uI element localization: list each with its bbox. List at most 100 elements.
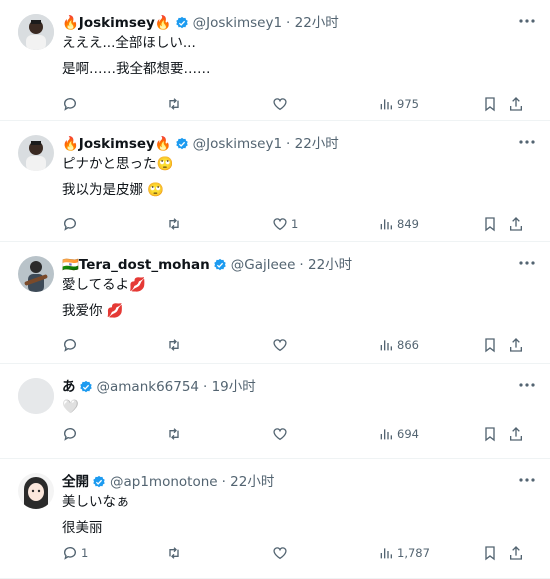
retweet-button[interactable] <box>166 216 182 232</box>
retweet-button[interactable] <box>166 96 182 112</box>
views-button[interactable]: 694 <box>378 426 419 442</box>
timestamp[interactable]: · 22小时 <box>286 135 339 153</box>
author-name[interactable]: あ <box>62 378 76 396</box>
timestamp[interactable]: · 19小时 <box>203 378 256 396</box>
tweet-actions: 694 <box>62 426 536 444</box>
reply-button[interactable] <box>62 426 81 442</box>
bookmark-button[interactable] <box>482 337 498 353</box>
tweet[interactable]: 全開 @ap1monotone · 22小时 美しいなぁ 很美丽 1 1,787 <box>0 459 550 579</box>
retweet-button[interactable] <box>166 545 182 561</box>
author-name[interactable]: 🔥Joskimsey🔥 <box>62 135 172 153</box>
verified-badge-icon <box>93 475 105 488</box>
retweet-button[interactable] <box>166 337 182 353</box>
retweet-button[interactable] <box>166 426 182 442</box>
like-icon <box>273 218 287 231</box>
tweet-header: 🔥Joskimsey🔥 @Joskimsey1 · 22小时 <box>62 135 534 153</box>
share-button[interactable] <box>508 216 524 232</box>
tweet-text: えええ...全部ほしい... <box>62 35 196 51</box>
tweet-header: 🔥Joskimsey🔥 @Joskimsey1 · 22小时 <box>62 14 534 32</box>
timestamp[interactable]: · 22小时 <box>222 473 275 491</box>
share-icon <box>510 97 522 111</box>
retweet-icon <box>169 98 179 110</box>
translated-text: 是啊……我全都想要…… <box>62 61 211 77</box>
reply-icon <box>64 339 76 352</box>
more-icon[interactable] <box>518 14 536 28</box>
more-icon[interactable] <box>518 473 536 487</box>
share-icon <box>510 338 522 352</box>
bookmark-icon <box>485 97 495 112</box>
timestamp[interactable]: · 22小时 <box>299 256 352 274</box>
tweet-header: 🇮🇳Tera_dost_mohan @Gajleee · 22小时 <box>62 256 534 274</box>
more-icon[interactable] <box>518 378 536 392</box>
tweet-header: 全開 @ap1monotone · 22小时 <box>62 473 534 491</box>
reply-button[interactable] <box>62 216 81 232</box>
reply-icon <box>64 98 76 111</box>
like-button[interactable] <box>272 426 291 442</box>
author-handle[interactable]: @Gajleee <box>231 256 296 274</box>
share-button[interactable] <box>508 337 524 353</box>
bookmark-icon <box>485 546 495 561</box>
author-name[interactable]: 🇮🇳Tera_dost_mohan <box>62 256 210 274</box>
author-handle[interactable]: @Joskimsey1 <box>193 135 282 153</box>
more-icon[interactable] <box>518 135 536 149</box>
like-icon <box>273 428 287 441</box>
reply-icon <box>64 218 76 231</box>
timestamp[interactable]: · 22小时 <box>286 14 339 32</box>
retweet-icon <box>169 428 179 440</box>
author-name[interactable]: 全開 <box>62 473 89 491</box>
reply-icon <box>64 428 76 441</box>
retweet-icon <box>169 339 179 351</box>
author-handle[interactable]: @Joskimsey1 <box>193 14 282 32</box>
views-button[interactable]: 849 <box>378 216 419 232</box>
like-button[interactable] <box>272 337 291 353</box>
share-icon <box>510 427 522 441</box>
like-button[interactable]: 1 <box>272 216 298 232</box>
share-button[interactable] <box>508 96 524 112</box>
bookmark-button[interactable] <box>482 96 498 112</box>
avatar-placeholder-icon <box>18 378 54 414</box>
tweet-actions: 1 1,787 <box>62 545 536 563</box>
views-icon <box>380 99 392 110</box>
reply-icon <box>64 547 76 560</box>
reply-button[interactable] <box>62 337 81 353</box>
translated-text: 很美丽 <box>62 520 103 536</box>
reply-button[interactable] <box>62 96 81 112</box>
views-button[interactable]: 975 <box>378 96 419 112</box>
bookmark-button[interactable] <box>482 216 498 232</box>
author-handle[interactable]: @amank66754 <box>97 378 200 396</box>
like-button[interactable] <box>272 96 291 112</box>
more-icon[interactable] <box>518 256 536 270</box>
bookmark-icon <box>485 338 495 353</box>
views-button[interactable]: 866 <box>378 337 419 353</box>
tweet-text: ピナかと思った🙄 <box>62 156 174 172</box>
share-button[interactable] <box>508 545 524 561</box>
tweet[interactable]: あ @amank66754 · 19小时 🤍 694 <box>0 364 550 459</box>
avatar-guitar-photo-icon <box>18 256 54 292</box>
avatar[interactable] <box>18 135 54 171</box>
avatar-photo-icon <box>18 135 54 171</box>
verified-badge-icon <box>214 258 226 271</box>
tweet-text: 愛してるよ💋 <box>62 277 146 293</box>
tweet[interactable]: 🇮🇳Tera_dost_mohan @Gajleee · 22小时 愛してるよ💋… <box>0 242 550 364</box>
reply-count: 1 <box>81 546 89 560</box>
tweet-actions: 1 849 <box>62 216 536 234</box>
bookmark-button[interactable] <box>482 426 498 442</box>
reply-button[interactable]: 1 <box>62 545 88 561</box>
bookmark-button[interactable] <box>482 545 498 561</box>
views-icon <box>380 340 392 351</box>
views-icon <box>380 548 392 559</box>
tweet-text: 🤍 <box>62 399 79 415</box>
author-name[interactable]: 🔥Joskimsey🔥 <box>62 14 172 32</box>
share-button[interactable] <box>508 426 524 442</box>
views-button[interactable]: 1,787 <box>378 545 430 561</box>
tweet[interactable]: 🔥Joskimsey🔥 @Joskimsey1 · 22小时 ピナかと思った🙄 … <box>0 121 550 242</box>
author-handle[interactable]: @ap1monotone <box>110 473 218 491</box>
avatar[interactable] <box>18 14 54 50</box>
translated-text: 我爱你 💋 <box>62 303 124 319</box>
bookmark-icon <box>485 217 495 232</box>
avatar[interactable] <box>18 473 54 509</box>
avatar[interactable] <box>18 256 54 292</box>
tweet[interactable]: 🔥Joskimsey🔥 @Joskimsey1 · 22小时 えええ...全部ほ… <box>0 0 550 121</box>
avatar[interactable] <box>18 378 54 414</box>
like-button[interactable] <box>272 545 291 561</box>
